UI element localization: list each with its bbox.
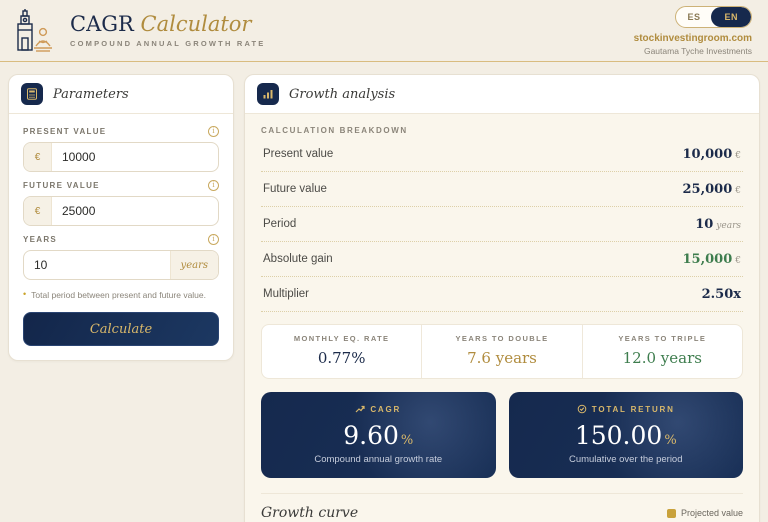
target-icon xyxy=(577,404,587,414)
parameters-title: Parameters xyxy=(53,87,129,102)
total-return-card: TOTAL RETURN 150.00% Cumulative over the… xyxy=(509,392,744,478)
growth-curve-section: Growth curve Projected value xyxy=(261,493,743,521)
logo-icon xyxy=(12,8,58,54)
total-return-caption: Cumulative over the period xyxy=(519,454,734,465)
years-input[interactable] xyxy=(24,251,170,279)
legend-swatch-icon xyxy=(667,509,676,518)
brand: CAGR Calculator COMPOUND ANNUAL GROWTH R… xyxy=(12,8,266,54)
analysis-title: Growth analysis xyxy=(289,87,395,102)
app-title-accent: Calculator xyxy=(141,12,252,36)
euro-prefix: € xyxy=(24,143,52,171)
analysis-header: Growth analysis xyxy=(245,75,759,114)
parameters-header: Parameters xyxy=(9,75,233,114)
breakdown-row: Future value 25,000€ xyxy=(261,172,743,207)
app-header: CAGR Calculator COMPOUND ANNUAL GROWTH R… xyxy=(0,0,768,62)
bar-chart-icon xyxy=(257,83,279,105)
years-label: YEARS xyxy=(23,235,57,244)
analysis-panel: Growth analysis CALCULATION BREAKDOWN Pr… xyxy=(244,74,760,522)
trending-up-icon xyxy=(355,404,365,414)
cagr-value: 9.60 xyxy=(343,421,399,450)
stat-years-to-triple: YEARS TO TRIPLE 12.0 years xyxy=(582,325,742,378)
calculate-button[interactable]: Calculate xyxy=(23,312,219,346)
future-value-label: FUTURE VALUE xyxy=(23,181,100,190)
stat-years-to-double: YEARS TO DOUBLE 7.6 years xyxy=(421,325,581,378)
cagr-card: CAGR 9.60% Compound annual growth rate xyxy=(261,392,496,478)
brand-text: CAGR Calculator COMPOUND ANNUAL GROWTH R… xyxy=(70,13,266,48)
language-toggle[interactable]: ES EN xyxy=(675,6,752,28)
parameters-body: PRESENT VALUE i € FUTURE VALUE i € xyxy=(9,114,233,346)
info-icon[interactable]: i xyxy=(208,126,219,137)
company-name: Gautama Tyche Investments xyxy=(634,46,752,56)
breakdown-row: Absolute gain 15,000€ xyxy=(261,242,743,277)
info-icon[interactable]: i xyxy=(208,234,219,245)
highlight-cards: CAGR 9.60% Compound annual growth rate T… xyxy=(261,392,743,478)
breakdown-row: Present value 10,000€ xyxy=(261,137,743,172)
lang-en-button[interactable]: EN xyxy=(711,7,751,27)
euro-prefix: € xyxy=(24,197,52,225)
app-title: CAGR Calculator xyxy=(70,13,266,36)
analysis-body: CALCULATION BREAKDOWN Present value 10,0… xyxy=(245,114,759,522)
info-icon[interactable]: i xyxy=(208,180,219,191)
present-value-input[interactable] xyxy=(52,143,218,171)
years-note: • Total period between present and futur… xyxy=(23,290,219,300)
note-bullet-icon: • xyxy=(23,290,26,299)
calculator-icon xyxy=(21,83,43,105)
note-text: Total period between present and future … xyxy=(31,290,206,300)
future-value-input[interactable] xyxy=(52,197,218,225)
years-field: YEARS i years xyxy=(23,234,219,280)
projected-value-legend: Projected value xyxy=(667,508,743,518)
cagr-caption: Compound annual growth rate xyxy=(271,454,486,465)
header-right: ES EN stockinvestingroom.com Gautama Tyc… xyxy=(634,6,752,56)
stats-row: MONTHLY EQ. RATE 0.77% YEARS TO DOUBLE 7… xyxy=(261,324,743,379)
breakdown-title: CALCULATION BREAKDOWN xyxy=(261,126,743,137)
total-return-value: 150.00 xyxy=(575,421,662,450)
total-return-label: TOTAL RETURN xyxy=(592,405,675,414)
breakdown-row: Period 10years xyxy=(261,207,743,242)
stat-monthly-rate: MONTHLY EQ. RATE 0.77% xyxy=(262,325,421,378)
present-value-field: PRESENT VALUE i € xyxy=(23,126,219,172)
main-content: Parameters PRESENT VALUE i € FUTURE VALU… xyxy=(0,62,768,522)
present-value-label: PRESENT VALUE xyxy=(23,127,106,136)
years-suffix: years xyxy=(170,251,218,279)
site-name: stockinvestingroom.com xyxy=(634,33,752,44)
breakdown-row: Multiplier 2.50x xyxy=(261,277,743,312)
future-value-field: FUTURE VALUE i € xyxy=(23,180,219,226)
app-subtitle: COMPOUND ANNUAL GROWTH RATE xyxy=(70,39,266,48)
legend-label: Projected value xyxy=(681,508,743,518)
lang-es-button[interactable]: ES xyxy=(676,7,711,27)
parameters-panel: Parameters PRESENT VALUE i € FUTURE VALU… xyxy=(8,74,234,361)
growth-curve-title: Growth curve xyxy=(261,505,358,521)
cagr-label: CAGR xyxy=(370,405,401,414)
